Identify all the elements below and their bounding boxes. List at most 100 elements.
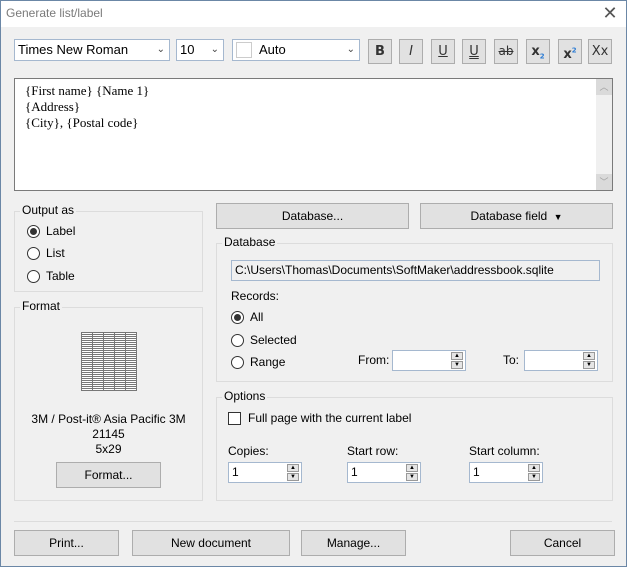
radio-records-selected[interactable]: Selected	[231, 333, 297, 347]
spin-up-icon[interactable]: ▲	[583, 352, 595, 360]
radio-label: Table	[46, 269, 75, 283]
database-field-label: Database field	[470, 209, 548, 223]
caps-button[interactable]: Xx	[588, 39, 612, 64]
spin-buttons[interactable]: ▲ ▼	[583, 352, 595, 369]
start-column-value: 1	[473, 465, 480, 479]
format-legend: Format	[20, 299, 63, 313]
start-column-spinner[interactable]: 1 ▲ ▼	[469, 462, 543, 483]
spin-down-icon[interactable]: ▼	[287, 473, 299, 481]
underline-icon: U	[438, 44, 448, 59]
spin-up-icon[interactable]: ▲	[528, 464, 540, 472]
radio-selected-icon	[231, 310, 244, 324]
radio-records-all[interactable]: All	[231, 310, 263, 324]
copies-spinner[interactable]: 1 ▲ ▼	[228, 462, 302, 483]
start-row-label: Start row:	[347, 444, 399, 458]
label-text-editor[interactable]: {First name} {Name 1} {Address} {City}, …	[14, 78, 613, 191]
spin-down-icon[interactable]: ▼	[528, 473, 540, 481]
spin-buttons[interactable]: ▲ ▼	[451, 352, 463, 369]
bold-button[interactable]: B	[368, 39, 392, 64]
copies-label: Copies:	[228, 444, 269, 458]
superscript-mark: 2	[571, 47, 577, 55]
print-button[interactable]: Print...	[14, 530, 119, 556]
spin-up-icon[interactable]: ▲	[287, 464, 299, 472]
copies-value: 1	[232, 465, 239, 479]
new-document-button[interactable]: New document	[132, 530, 290, 556]
radio-selected-icon	[27, 224, 40, 238]
format-description: 3M / Post-it® Asia Pacific 3M 21145 5x29	[14, 412, 203, 457]
color-value: Auto	[259, 42, 286, 57]
radio-icon	[27, 246, 40, 260]
spin-up-icon[interactable]: ▲	[406, 464, 418, 472]
font-size-value: 10	[180, 42, 195, 57]
font-combo[interactable]: Times New Roman ⌄	[14, 39, 170, 61]
full-page-label: Full page with the current label	[248, 411, 412, 425]
superscript-button[interactable]: x2	[558, 39, 582, 64]
radio-label: All	[250, 310, 264, 324]
format-code: 21145	[92, 427, 125, 441]
database-field-button[interactable]: Database field ▼	[420, 203, 613, 229]
spin-buttons[interactable]: ▲ ▼	[528, 464, 540, 481]
editor-line: {City}, {Postal code}	[25, 115, 139, 130]
font-size-combo[interactable]: 10 ⌄	[176, 39, 224, 61]
full-page-checkbox[interactable]: Full page with the current label	[228, 411, 411, 425]
subscript-base: x	[531, 44, 540, 59]
chevron-down-icon: ⌄	[346, 44, 355, 55]
subscript-mark: 2	[539, 52, 545, 61]
editor-line: {Address}	[25, 99, 81, 114]
window-title: Generate list/label	[6, 6, 103, 20]
color-combo[interactable]: Auto ⌄	[232, 39, 360, 61]
dialog-window: Generate list/label ✕ Times New Roman ⌄ …	[0, 0, 627, 567]
spin-buttons[interactable]: ▲ ▼	[406, 464, 418, 481]
options-legend: Options	[222, 389, 268, 403]
database-path-field[interactable]: C:\Users\Thomas\Documents\SoftMaker\addr…	[231, 260, 600, 281]
close-icon[interactable]: ✕	[600, 4, 620, 24]
scroll-down-icon[interactable]: ﹀	[596, 174, 612, 190]
radio-output-list[interactable]: List	[27, 246, 65, 260]
start-row-spinner[interactable]: 1 ▲ ▼	[347, 462, 421, 483]
spin-down-icon[interactable]: ▼	[583, 361, 595, 369]
to-label: To:	[503, 353, 520, 367]
strikethrough-button[interactable]: ab	[494, 39, 518, 64]
radio-output-table[interactable]: Table	[27, 269, 75, 283]
radio-label: Range	[250, 355, 286, 369]
radio-records-range[interactable]: Range	[231, 355, 285, 369]
records-label: Records:	[231, 289, 280, 303]
superscript-base: x	[563, 47, 572, 63]
radio-icon	[27, 269, 40, 283]
underline-button[interactable]: U	[431, 39, 455, 64]
spin-up-icon[interactable]: ▲	[451, 352, 463, 360]
strikethrough-icon: ab	[498, 44, 514, 58]
spin-buttons[interactable]: ▲ ▼	[287, 464, 299, 481]
chevron-down-icon: ⌄	[210, 44, 219, 55]
radio-icon	[231, 333, 244, 347]
radio-output-label[interactable]: Label	[27, 224, 75, 238]
from-spinner[interactable]: ▲ ▼	[392, 350, 466, 371]
output-as-legend: Output as	[20, 203, 77, 217]
italic-icon: I	[409, 44, 413, 59]
format-button-label: Format...	[84, 468, 133, 482]
cancel-button[interactable]: Cancel	[510, 530, 615, 556]
format-button[interactable]: Format...	[56, 462, 161, 488]
editor-scrollbar[interactable]: ︿ ﹀	[596, 79, 612, 190]
format-grid: 5x29	[95, 442, 122, 456]
spin-down-icon[interactable]: ▼	[406, 473, 418, 481]
database-legend: Database	[222, 235, 278, 249]
print-button-label: Print...	[49, 536, 84, 550]
italic-button[interactable]: I	[399, 39, 423, 64]
spin-down-icon[interactable]: ▼	[451, 361, 463, 369]
double-underline-button[interactable]: U	[462, 39, 486, 64]
to-spinner[interactable]: ▲ ▼	[524, 350, 598, 371]
editor-content: {First name} {Name 1} {Address} {City}, …	[25, 83, 149, 131]
radio-icon	[231, 355, 244, 369]
subscript-button[interactable]: x2	[526, 39, 550, 64]
start-row-value: 1	[351, 465, 358, 479]
manage-button[interactable]: Manage...	[301, 530, 406, 556]
new-document-label: New document	[170, 536, 252, 550]
database-button[interactable]: Database...	[216, 203, 409, 229]
editor-line: {First name} {Name 1}	[25, 83, 150, 98]
database-path-value: C:\Users\Thomas\Documents\SoftMaker\addr…	[235, 263, 554, 277]
checkbox-icon	[228, 411, 241, 425]
scroll-up-icon[interactable]: ︿	[596, 79, 612, 95]
double-underline-icon: U	[469, 44, 479, 59]
radio-label: Label	[46, 224, 76, 238]
